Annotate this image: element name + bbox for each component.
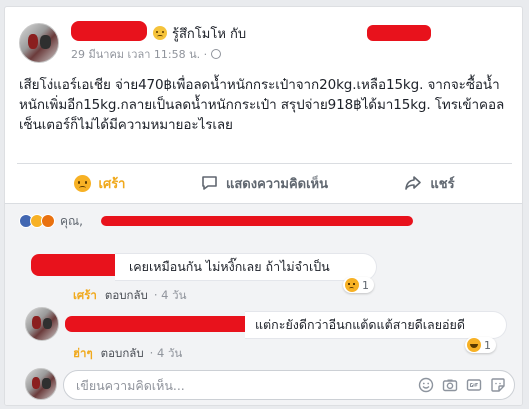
comment-input[interactable] — [76, 377, 410, 393]
comment-1-reaction-count[interactable]: 1 — [343, 277, 374, 293]
gif-icon[interactable] — [466, 377, 482, 393]
comment-2-meta: ฮ่าๆ ตอบกลับ · 4 วัน — [73, 345, 182, 363]
sad-face-icon — [345, 278, 359, 292]
camera-icon[interactable] — [442, 377, 458, 393]
share-label: แชร์ — [430, 176, 455, 192]
comment-2-react-button[interactable]: ฮ่าๆ — [73, 345, 93, 363]
redacted-commenter-2 — [65, 316, 255, 332]
post-card: รู้สึกโมโห กับ 29 มีนาคม เวลา 11:58 น. ·… — [4, 6, 523, 406]
smiley-icon[interactable] — [418, 377, 434, 393]
comment-composer — [63, 370, 515, 400]
post-actions: เศร้า แสดงความคิดเห็น แชร์ — [17, 165, 512, 201]
comment-bubble-1: เคยเหมือนกัน ไม่หงิ๊กเลย ถ้าไม่จำเป็น — [115, 253, 377, 281]
comment-text-2: แต่กะยังดีกว่าอีนกแต้ดแต้สายดีเลยอ่ยดี — [255, 317, 465, 332]
actions-top-divider — [17, 163, 512, 164]
angry-reaction-icon — [41, 214, 55, 228]
comment-1-meta: เศร้า ตอบกลับ · 4 วัน — [73, 287, 186, 305]
comment-1-age[interactable]: · 4 วัน — [154, 287, 187, 305]
comment-bubble-icon — [201, 175, 218, 191]
sticker-icon[interactable] — [490, 377, 506, 393]
share-arrow-icon — [404, 175, 422, 191]
redacted-tagged-name — [367, 25, 431, 41]
angry-face-icon — [153, 26, 167, 40]
redacted-commenter-1 — [31, 254, 123, 276]
comment-1-reply-button[interactable]: ตอบกลับ — [105, 287, 148, 305]
comment-2-reaction-count[interactable]: 1 — [465, 337, 496, 353]
redacted-reactors — [101, 216, 413, 226]
haha-face-icon — [467, 338, 481, 352]
comment-label: แสดงความคิดเห็น — [225, 176, 328, 192]
comment-1-react-button[interactable]: เศร้า — [73, 287, 97, 305]
react-button[interactable]: เศร้า — [17, 165, 182, 201]
feeling-text: รู้สึกโมโห กับ — [172, 26, 247, 42]
comment-text-1: เคยเหมือนกัน ไม่หงิ๊กเลย ถ้าไม่จำเป็น — [129, 259, 330, 274]
composer-avatar — [25, 368, 57, 400]
post-body: เสียโง่แอร์เอเชีย จ่าย470฿เพื่อลดน้ำหนัก… — [19, 77, 505, 133]
comment-bubble-2: แต่กะยังดีกว่าอีนกแต้ดแต้สายดีเลยอ่ยดี — [245, 311, 507, 339]
timestamp-text: 29 มีนาคม เวลา 11:58 น. · — [71, 48, 208, 61]
poster-avatar[interactable] — [19, 23, 59, 63]
reactors-prefix: คุณ, — [60, 213, 83, 228]
post-timestamp[interactable]: 29 มีนาคม เวลา 11:58 น. · — [71, 45, 222, 63]
share-button[interactable]: แชร์ — [347, 165, 512, 201]
comment-2-reply-button[interactable]: ตอบกลับ — [101, 345, 144, 363]
redacted-poster-name — [71, 21, 147, 41]
comments-top-divider — [5, 203, 522, 204]
reactions-summary[interactable]: คุณ, — [19, 212, 83, 230]
comment-button[interactable]: แสดงความคิดเห็น — [182, 165, 347, 201]
comment-2-age[interactable]: · 4 วัน — [150, 345, 183, 363]
globe-icon — [211, 49, 222, 59]
sad-face-icon — [73, 174, 91, 192]
react-label: เศร้า — [98, 176, 126, 192]
commenter-2-avatar[interactable] — [25, 307, 59, 341]
feeling-status: รู้สึกโมโห กับ — [153, 24, 246, 42]
